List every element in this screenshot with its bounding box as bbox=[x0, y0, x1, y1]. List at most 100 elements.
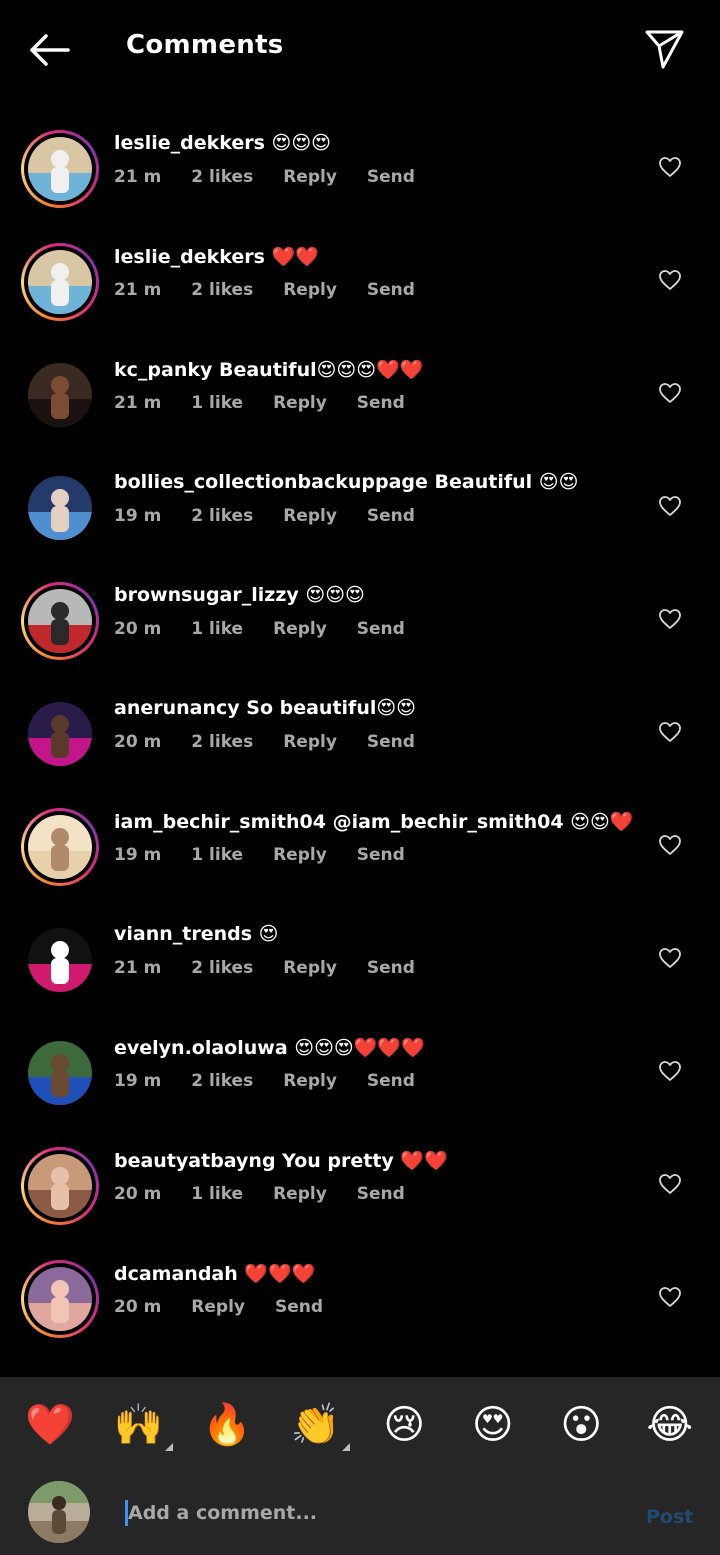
like-heart-icon[interactable] bbox=[658, 1173, 682, 1195]
avatar-image bbox=[28, 1041, 92, 1105]
page-title: Comments bbox=[126, 30, 284, 60]
commenter-avatar[interactable] bbox=[21, 243, 99, 321]
comment-likes[interactable]: 1 like bbox=[191, 393, 243, 413]
comment-row: anerunancy So beautiful😍😍 20 m 2 likes R… bbox=[0, 678, 720, 791]
comment-list: leslie_dekkers 😍😍😍 21 m 2 likes Reply Se… bbox=[0, 113, 720, 1356]
comment-username[interactable]: anerunancy bbox=[114, 697, 240, 719]
tears-of-joy-emoji-glyph: 😂 bbox=[646, 1401, 694, 1448]
direct-share-icon[interactable] bbox=[641, 26, 687, 72]
comment-likes[interactable]: 1 like bbox=[191, 845, 243, 865]
comment-time: 21 m bbox=[114, 167, 162, 187]
reply-button[interactable]: Reply bbox=[191, 1297, 245, 1317]
tears-of-joy-emoji[interactable]: 😂 bbox=[642, 1397, 698, 1453]
like-heart-icon[interactable] bbox=[658, 608, 682, 630]
like-heart-icon[interactable] bbox=[658, 721, 682, 743]
comment-meta: 21 m 2 likes Reply Send bbox=[114, 280, 415, 300]
comment-username[interactable]: viann_trends bbox=[114, 923, 252, 945]
like-heart-icon[interactable] bbox=[658, 382, 682, 404]
heart-eyes-emoji[interactable]: 😍 bbox=[465, 1397, 521, 1453]
reply-button[interactable]: Reply bbox=[283, 1071, 337, 1091]
comment-likes[interactable]: 2 likes bbox=[191, 958, 253, 978]
comment-text-line: kc_panky Beautiful😍😍😍❤️❤️ bbox=[114, 358, 423, 381]
comment-likes[interactable]: 1 like bbox=[191, 1184, 243, 1204]
comment-username[interactable]: dcamandah bbox=[114, 1263, 238, 1285]
commenter-avatar[interactable] bbox=[21, 582, 99, 660]
send-button[interactable]: Send bbox=[367, 1071, 415, 1091]
commenter-avatar[interactable] bbox=[21, 921, 99, 999]
comment-time: 19 m bbox=[114, 506, 162, 526]
clapping-hands-emoji[interactable]: 👏 bbox=[288, 1397, 350, 1453]
send-button[interactable]: Send bbox=[367, 167, 415, 187]
comment-likes[interactable]: 2 likes bbox=[191, 1071, 253, 1091]
comment-likes[interactable]: 2 likes bbox=[191, 732, 253, 752]
reply-button[interactable]: Reply bbox=[283, 732, 337, 752]
commenter-avatar[interactable] bbox=[21, 808, 99, 886]
reply-button[interactable]: Reply bbox=[283, 280, 337, 300]
like-heart-icon[interactable] bbox=[658, 1286, 682, 1308]
fire-emoji[interactable]: 🔥 bbox=[199, 1397, 255, 1453]
comment-likes[interactable]: 2 likes bbox=[191, 506, 253, 526]
comment-row: brownsugar_lizzy 😍😍😍 20 m 1 like Reply S… bbox=[0, 565, 720, 678]
comment-text-line: bollies_collectionbackuppage Beautiful 😍… bbox=[114, 471, 578, 493]
crying-face-emoji[interactable]: 😢 bbox=[376, 1397, 432, 1453]
commenter-avatar[interactable] bbox=[21, 130, 99, 208]
send-button[interactable]: Send bbox=[367, 506, 415, 526]
raising-hands-emoji[interactable]: 🙌 bbox=[111, 1397, 173, 1453]
commenter-avatar[interactable] bbox=[21, 1260, 99, 1338]
commenter-avatar[interactable] bbox=[21, 1034, 99, 1112]
comment-meta: 19 m 2 likes Reply Send bbox=[114, 506, 415, 526]
send-button[interactable]: Send bbox=[357, 393, 405, 413]
red-heart-emoji[interactable]: ❤️ bbox=[22, 1397, 78, 1453]
commenter-avatar[interactable] bbox=[21, 469, 99, 547]
comment-text-line: leslie_dekkers ❤️❤️ bbox=[114, 245, 319, 268]
avatar-image bbox=[28, 702, 92, 766]
reply-button[interactable]: Reply bbox=[283, 506, 337, 526]
commenter-avatar[interactable] bbox=[21, 695, 99, 773]
comment-row: dcamandah ❤️❤️❤️ 20 m Reply Send bbox=[0, 1243, 720, 1356]
reply-button[interactable]: Reply bbox=[283, 167, 337, 187]
commenter-avatar[interactable] bbox=[21, 356, 99, 434]
reply-button[interactable]: Reply bbox=[273, 619, 327, 639]
skin-tone-indicator-icon bbox=[164, 1442, 173, 1451]
comment-text-line: brownsugar_lizzy 😍😍😍 bbox=[114, 584, 365, 606]
like-heart-icon[interactable] bbox=[658, 1060, 682, 1082]
reply-button[interactable]: Reply bbox=[273, 393, 327, 413]
surprised-face-emoji[interactable]: 😮 bbox=[553, 1397, 609, 1453]
send-button[interactable]: Send bbox=[357, 845, 405, 865]
comment-username[interactable]: leslie_dekkers bbox=[114, 246, 265, 268]
send-button[interactable]: Send bbox=[367, 958, 415, 978]
like-heart-icon[interactable] bbox=[658, 269, 682, 291]
comment-username[interactable]: beautyatbayng bbox=[114, 1150, 276, 1172]
reply-button[interactable]: Reply bbox=[273, 845, 327, 865]
comment-meta: 21 m 1 like Reply Send bbox=[114, 393, 405, 413]
reply-button[interactable]: Reply bbox=[283, 958, 337, 978]
reply-button[interactable]: Reply bbox=[273, 1184, 327, 1204]
comment-likes[interactable]: 1 like bbox=[191, 619, 243, 639]
comment-username[interactable]: leslie_dekkers bbox=[114, 132, 265, 154]
back-arrow-icon[interactable] bbox=[26, 28, 72, 72]
comment-likes[interactable]: 2 likes bbox=[191, 167, 253, 187]
post-button[interactable]: Post bbox=[646, 1506, 693, 1528]
comment-time: 20 m bbox=[114, 619, 162, 639]
comment-username[interactable]: iam_bechir_smith04 bbox=[114, 811, 326, 833]
like-heart-icon[interactable] bbox=[658, 834, 682, 856]
current-user-avatar bbox=[28, 1481, 90, 1543]
send-button[interactable]: Send bbox=[367, 732, 415, 752]
comment-input[interactable] bbox=[128, 1498, 608, 1528]
comment-username[interactable]: evelyn.olaoluwa bbox=[114, 1037, 288, 1059]
like-heart-icon[interactable] bbox=[658, 947, 682, 969]
comment-body: Beautiful 😍😍 bbox=[427, 471, 579, 493]
send-button[interactable]: Send bbox=[367, 280, 415, 300]
comment-username[interactable]: bollies_collectionbackuppage bbox=[114, 471, 428, 493]
comment-body: So beautiful😍😍 bbox=[239, 697, 416, 719]
send-button[interactable]: Send bbox=[357, 1184, 405, 1204]
comment-username[interactable]: brownsugar_lizzy bbox=[114, 584, 299, 606]
commenter-avatar[interactable] bbox=[21, 1147, 99, 1225]
send-button[interactable]: Send bbox=[357, 619, 405, 639]
like-heart-icon[interactable] bbox=[658, 156, 682, 178]
heart-eyes-emoji-glyph: 😍 bbox=[471, 1401, 514, 1448]
send-button[interactable]: Send bbox=[275, 1297, 323, 1317]
comment-likes[interactable]: 2 likes bbox=[191, 280, 253, 300]
comment-username[interactable]: kc_panky bbox=[114, 359, 212, 381]
like-heart-icon[interactable] bbox=[658, 495, 682, 517]
